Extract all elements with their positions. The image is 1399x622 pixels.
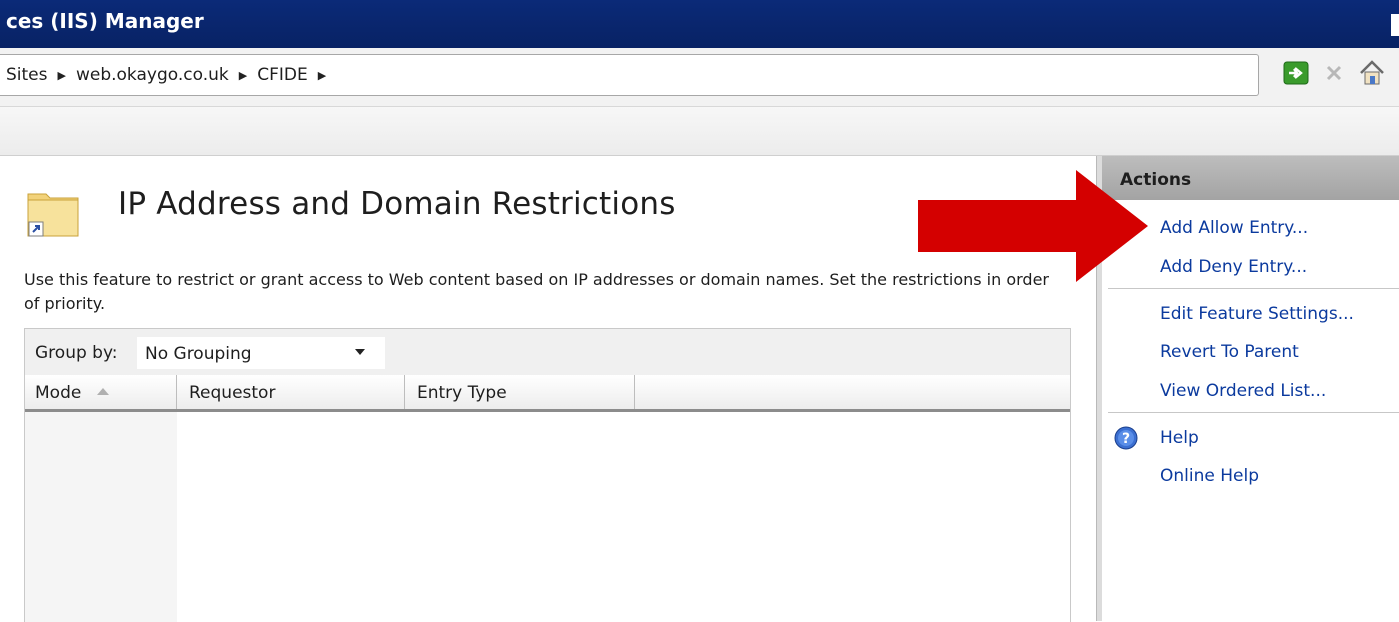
group-by-value: No Grouping <box>145 344 252 364</box>
divider <box>1108 288 1399 289</box>
edit-feature-settings-link[interactable]: Edit Feature Settings... <box>1160 304 1354 324</box>
page-title: IP Address and Domain Restrictions <box>118 186 676 222</box>
window-title: ces (IIS) Manager <box>6 9 204 33</box>
add-allow-entry-link[interactable]: Add Allow Entry... <box>1160 218 1308 238</box>
breadcrumb-separator-icon[interactable]: ▶ <box>239 69 247 82</box>
add-deny-entry-link[interactable]: Add Deny Entry... <box>1160 257 1307 277</box>
toolbar-strip <box>0 107 1399 156</box>
red-arrow-annotation <box>918 170 1148 282</box>
breadcrumb-folder[interactable]: CFIDE <box>247 65 318 85</box>
group-by-label: Group by: <box>35 343 118 363</box>
online-help-link[interactable]: Online Help <box>1160 466 1259 486</box>
group-by-bar: Group by: No Grouping <box>25 329 1070 376</box>
breadcrumb-separator-icon[interactable]: ▶ <box>318 69 326 82</box>
breadcrumb-site[interactable]: web.okaygo.co.uk <box>66 65 239 85</box>
restrictions-list[interactable]: Group by: No Grouping Mode Requestor Ent… <box>24 328 1071 622</box>
breadcrumb-separator-icon[interactable]: ▶ <box>58 69 66 82</box>
svg-text:?: ? <box>1122 431 1130 447</box>
column-header-label: Requestor <box>189 383 276 403</box>
list-body[interactable] <box>25 412 1070 622</box>
view-ordered-list-link[interactable]: View Ordered List... <box>1160 381 1326 401</box>
title-bar: ces (IIS) Manager <box>0 0 1399 48</box>
breadcrumb: Sites ▶ web.okaygo.co.uk ▶ CFIDE ▶ <box>4 55 326 95</box>
window-control[interactable] <box>1391 14 1399 36</box>
revert-to-parent-link[interactable]: Revert To Parent <box>1160 342 1299 362</box>
group-by-dropdown[interactable]: No Grouping <box>137 337 385 369</box>
home-icon[interactable] <box>1358 58 1386 88</box>
help-icon[interactable]: ? <box>1114 426 1138 450</box>
divider <box>1108 412 1399 413</box>
column-header-mode[interactable]: Mode <box>25 375 177 409</box>
dropdown-arrow-icon[interactable] <box>355 349 365 355</box>
address-bar-row: Sites ▶ web.okaygo.co.uk ▶ CFIDE ▶ <box>0 48 1399 107</box>
sort-ascending-icon <box>97 388 109 395</box>
column-headers: Mode Requestor Entry Type <box>25 375 1070 412</box>
column-header-label: Mode <box>35 383 82 403</box>
help-link[interactable]: Help <box>1160 428 1199 448</box>
breadcrumb-sites[interactable]: Sites <box>4 65 58 85</box>
column-header-empty <box>635 375 1070 409</box>
feature-description: Use this feature to restrict or grant ac… <box>24 270 1049 313</box>
column-header-label: Entry Type <box>417 383 507 403</box>
folder-shortcut-icon <box>24 186 82 238</box>
go-icon[interactable] <box>1282 58 1310 88</box>
mode-column-shading <box>25 412 177 622</box>
column-header-requestor[interactable]: Requestor <box>177 375 405 409</box>
address-bar[interactable]: Sites ▶ web.okaygo.co.uk ▶ CFIDE ▶ <box>0 54 1259 96</box>
column-header-entry-type[interactable]: Entry Type <box>405 375 635 409</box>
stop-icon[interactable] <box>1320 58 1348 88</box>
